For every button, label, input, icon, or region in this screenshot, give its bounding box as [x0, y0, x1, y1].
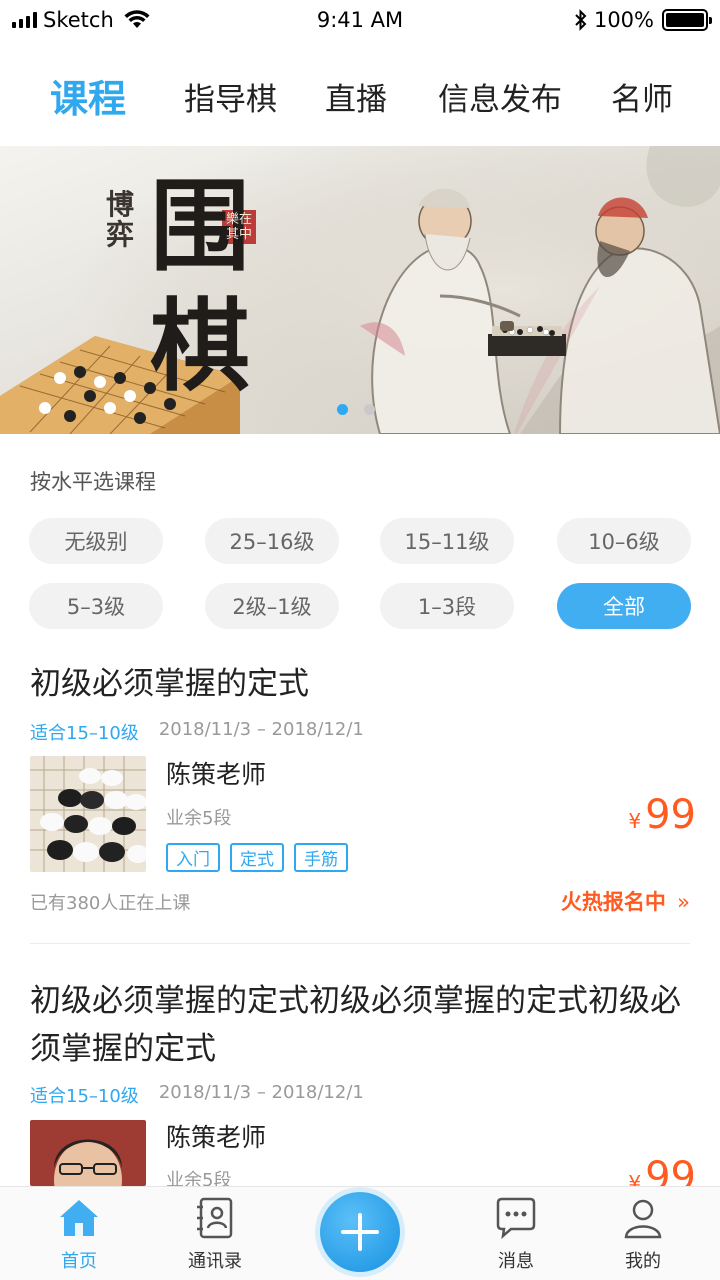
add-button[interactable] — [320, 1192, 400, 1272]
course-price: ¥ 99 — [628, 792, 696, 838]
enroll-now-link[interactable]: 火热报名中 » — [561, 886, 690, 916]
tab-profile[interactable]: 我的 — [583, 1187, 703, 1280]
tab-contacts[interactable]: 通讯录 — [155, 1187, 275, 1280]
status-bar: Sketch 9:41 AM 100% — [0, 0, 720, 42]
top-tab-bar: 课程 指导棋 直播 信息发布 名师 — [0, 60, 720, 130]
currency-symbol: ¥ — [628, 809, 642, 833]
banner-calligraphy-small: 博弈 — [106, 188, 135, 251]
banner-seal-text: 樂在其中 — [225, 212, 252, 242]
carousel-dot-active[interactable] — [337, 404, 348, 415]
level-chip-none[interactable]: 无级别 — [29, 518, 163, 564]
status-right: 100% — [574, 8, 712, 32]
carousel-dot[interactable] — [364, 404, 375, 415]
teacher-name: 陈策老师 — [166, 760, 267, 789]
level-chip-25-16[interactable]: 25–16级 — [205, 518, 339, 564]
level-chip-5-3[interactable]: 5–3级 — [29, 583, 163, 629]
course-meta: 适合15–10级 2018/11/3 – 2018/12/1 — [30, 1082, 364, 1108]
tab-info-publish[interactable]: 信息发布 — [438, 74, 562, 119]
course-meta: 适合15–10级 2018/11/3 – 2018/12/1 — [30, 719, 364, 745]
home-icon — [60, 1200, 98, 1236]
level-chip-1-3-dan[interactable]: 1–3段 — [380, 583, 514, 629]
bluetooth-icon — [575, 9, 587, 31]
level-chip-2-1[interactable]: 2级–1级 — [205, 583, 339, 629]
banner-carousel[interactable]: 博弈 围棋 樂在其中 — [0, 146, 720, 434]
list-divider — [30, 943, 690, 944]
course-title[interactable]: 初级必须掌握的定式 — [30, 660, 698, 708]
double-chevron-right-icon: » — [677, 890, 690, 914]
tab-courses[interactable]: 课程 — [50, 68, 126, 123]
teacher-portrait — [30, 1120, 146, 1186]
level-chip-all[interactable]: 全部 — [557, 583, 691, 629]
tab-contacts-label: 通讯录 — [188, 1251, 242, 1272]
profile-icon — [624, 1199, 662, 1239]
message-icon — [496, 1197, 536, 1240]
price-value: 99 — [645, 792, 696, 838]
tab-famous-teachers[interactable]: 名师 — [611, 74, 673, 119]
course-thumbnail[interactable] — [30, 756, 146, 872]
tab-home[interactable]: 首页 — [19, 1187, 139, 1280]
level-chip-15-11[interactable]: 15–11级 — [380, 518, 514, 564]
carousel-indicator — [337, 404, 375, 415]
tag-tesuji: 手筋 — [294, 843, 348, 872]
filter-section-label: 按水平选课程 — [30, 470, 156, 494]
go-stones-image — [30, 756, 146, 872]
tab-guidance-game[interactable]: 指导棋 — [184, 74, 277, 119]
banner-calligraphy-title: 围棋 — [150, 167, 250, 405]
contacts-icon — [197, 1197, 233, 1239]
course-dates: 2018/11/3 – 2018/12/1 — [158, 719, 364, 740]
enroll-status-label: 火热报名中 — [560, 890, 666, 914]
battery-icon — [662, 9, 712, 31]
level-chip-10-6[interactable]: 10–6级 — [557, 518, 691, 564]
teacher-name: 陈策老师 — [166, 1123, 267, 1152]
tab-profile-label: 我的 — [625, 1251, 661, 1272]
battery-percent: 100% — [593, 8, 654, 32]
plus-icon — [341, 1213, 379, 1251]
tab-messages-label: 消息 — [498, 1251, 534, 1272]
tag-joseki: 定式 — [230, 843, 284, 872]
enrollment-count: 已有380人正在上课 — [30, 893, 191, 914]
board-table-illustration — [488, 321, 566, 356]
teacher-photo[interactable] — [30, 1120, 146, 1186]
teacher-rank: 业余5段 — [166, 808, 232, 829]
course-tags: 入门 定式 手筋 — [166, 843, 348, 872]
tag-beginner: 入门 — [166, 843, 220, 872]
course-level-suitability: 适合15–10级 — [30, 723, 139, 744]
course-title[interactable]: 初级必须掌握的定式初级必须掌握的定式初级必须掌握的定式 — [30, 977, 698, 1073]
tab-messages[interactable]: 消息 — [456, 1187, 576, 1280]
tab-home-label: 首页 — [61, 1251, 97, 1272]
course-level-suitability: 适合15–10级 — [30, 1086, 139, 1107]
course-dates: 2018/11/3 – 2018/12/1 — [158, 1082, 364, 1103]
tab-live[interactable]: 直播 — [325, 74, 387, 119]
